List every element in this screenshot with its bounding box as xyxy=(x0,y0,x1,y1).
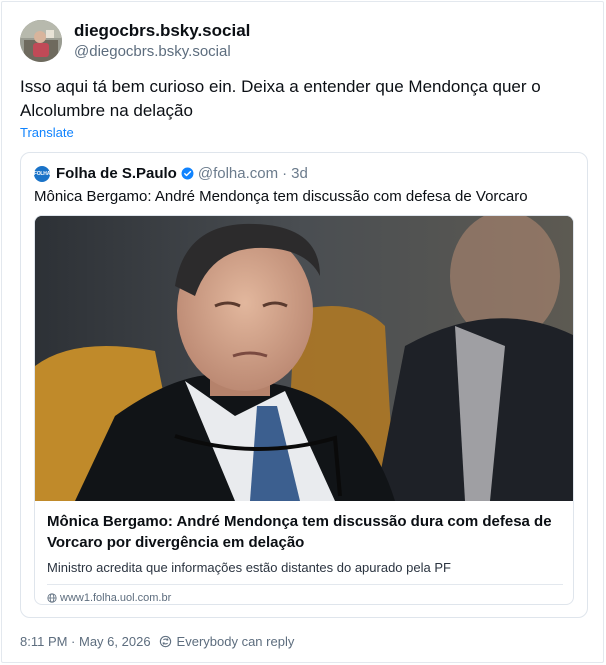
link-preview-card[interactable]: Mônica Bergamo: André Mendonça tem discu… xyxy=(34,215,574,605)
separator-dot: · xyxy=(282,165,288,182)
post-author[interactable]: diegocbrs.bsky.social @diegocbrs.bsky.so… xyxy=(20,20,250,62)
quoted-post[interactable]: FOLHA Folha de S.Paulo @folha.com · 3d M… xyxy=(20,152,588,618)
reply-setting-label[interactable]: Everybody can reply xyxy=(177,634,295,649)
link-preview-domain-text: www1.folha.uol.com.br xyxy=(60,592,172,604)
quoted-post-header: FOLHA Folha de S.Paulo @folha.com · 3d xyxy=(34,165,308,182)
post-text: Isso aqui tá bem curioso ein. Deixa a en… xyxy=(20,77,541,120)
globe-icon xyxy=(47,593,57,603)
quoted-post-time[interactable]: 3d xyxy=(291,165,308,182)
quoted-post-text: Mônica Bergamo: André Mendonça tem discu… xyxy=(34,188,528,205)
author-handle[interactable]: @diegocbrs.bsky.social xyxy=(74,42,250,62)
link-preview-title[interactable]: Mônica Bergamo: André Mendonça tem discu… xyxy=(47,511,563,553)
post-meta: 8:11 PM · May 6, 2026 Everybody can repl… xyxy=(20,634,294,649)
link-preview-description: Ministro acredita que informações estão … xyxy=(47,560,451,575)
quoted-author-handle[interactable]: @folha.com xyxy=(198,165,278,182)
quoted-author-name[interactable]: Folha de S.Paulo xyxy=(56,165,177,182)
post-timestamp[interactable]: 8:11 PM · May 6, 2026 xyxy=(20,634,151,649)
link-preview-body: Mônica Bergamo: André Mendonça tem discu… xyxy=(35,501,573,604)
translate-link[interactable]: Translate xyxy=(20,125,74,140)
link-preview-domain: www1.folha.uol.com.br xyxy=(47,592,563,604)
verified-badge-icon xyxy=(181,167,194,180)
folha-logo-icon: FOLHA xyxy=(34,165,50,182)
divider xyxy=(47,584,563,585)
author-display-name[interactable]: diegocbrs.bsky.social xyxy=(74,20,250,42)
post-card: diegocbrs.bsky.social @diegocbrs.bsky.so… xyxy=(1,1,604,663)
avatar[interactable] xyxy=(20,20,62,62)
link-preview-image xyxy=(35,216,573,501)
reply-settings-icon xyxy=(159,635,171,648)
avatar-image xyxy=(20,20,62,62)
